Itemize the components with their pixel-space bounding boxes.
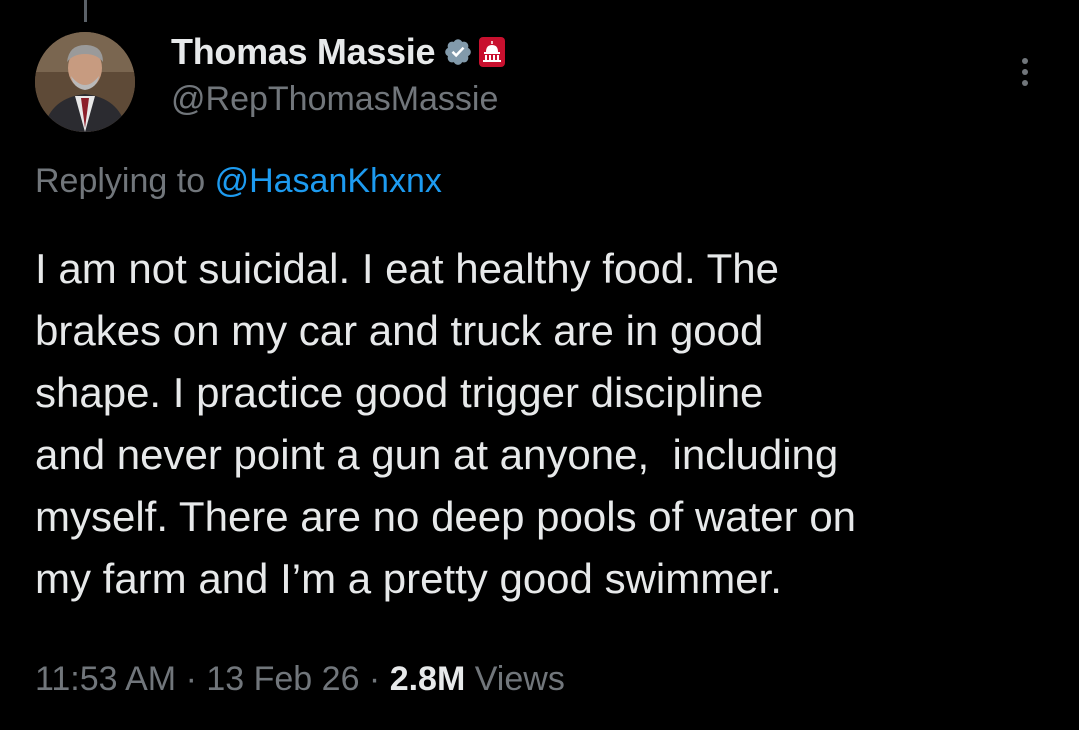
more-vertical-icon-dot xyxy=(1022,69,1028,75)
tweet-text-line: my farm and I’m a pretty good swimmer. xyxy=(35,555,782,602)
meta-separator: · xyxy=(176,660,207,698)
author-handle[interactable]: @RepThomasMassie xyxy=(171,80,498,119)
verified-check-icon[interactable] xyxy=(443,37,473,67)
tweet-timestamp-date[interactable]: 13 Feb 26 xyxy=(206,660,359,698)
tweet-text-line: I am not suicidal. I eat healthy food. T… xyxy=(35,245,780,292)
avatar-image xyxy=(35,32,135,132)
tweet-text: I am not suicidal. I eat healthy food. T… xyxy=(35,238,1055,610)
us-capitol-icon[interactable] xyxy=(479,37,506,67)
replying-to-label: Replying to xyxy=(35,162,206,200)
replying-to-user-link[interactable]: @HasanKhxnx xyxy=(215,162,442,200)
more-vertical-icon-dot xyxy=(1022,80,1028,86)
views-count: 2.8M xyxy=(389,660,466,698)
author-display-name[interactable]: Thomas Massie xyxy=(171,31,436,73)
more-options-button[interactable] xyxy=(1010,52,1040,92)
replying-to-line: Replying to @HasanKhxnx xyxy=(35,162,442,201)
views-label: Views xyxy=(465,660,565,698)
tweet-metadata: 11:53 AM · 13 Feb 26 · 2.8M Views xyxy=(35,660,565,699)
tweet-text-line: and never point a gun at anyone, includi… xyxy=(35,431,839,478)
tweet-text-line: brakes on my car and truck are in good xyxy=(35,307,764,354)
author-name-row: Thomas Massie xyxy=(171,30,506,74)
tweet-timestamp-time[interactable]: 11:53 AM xyxy=(35,660,176,698)
tweet-text-line: shape. I practice good trigger disciplin… xyxy=(35,369,764,416)
thread-connector-line xyxy=(84,0,87,22)
tweet-text-line: myself. There are no deep pools of water… xyxy=(35,493,857,540)
avatar[interactable] xyxy=(35,32,135,132)
more-vertical-icon xyxy=(1022,58,1028,64)
meta-separator: · xyxy=(359,660,390,698)
